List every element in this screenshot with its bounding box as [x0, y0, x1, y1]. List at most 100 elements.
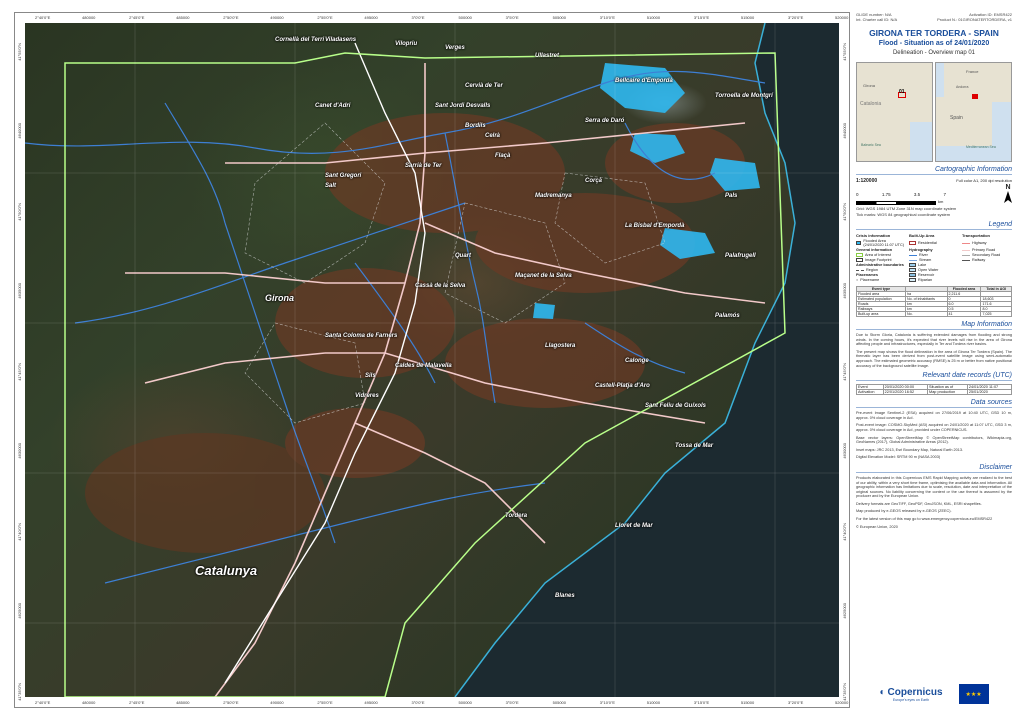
- copernicus-tagline: Europe's eyes on Earth: [892, 697, 930, 702]
- tick-label: 490000: [270, 15, 284, 20]
- overview-label-spain: Spain: [950, 115, 963, 121]
- dates-section-title: Relevant date records (UTC): [856, 372, 1012, 382]
- tick-label: 2°45'0"E: [129, 15, 145, 20]
- tick-label: 41°55'0"N: [17, 43, 22, 61]
- map-info-paragraph-2: The present map shows the flood delineat…: [856, 349, 1012, 368]
- tick-label: 3°10'0"E: [599, 700, 616, 705]
- legend-admin: Administrative boundaries: [856, 263, 904, 267]
- overview-label-01: 01: [899, 89, 905, 95]
- place-label: Sant Jordi Desvalls: [435, 103, 491, 109]
- place-label: Corçà: [585, 178, 603, 184]
- scale-label-2: 3.5: [913, 192, 921, 197]
- tick-label: 41°50'0"N: [17, 203, 22, 221]
- sources-paragraph-3: Base vector layers: OpenStreetMap © Open…: [856, 435, 1012, 445]
- tick-label: 2°50'0"E: [223, 700, 239, 705]
- place-label: Cassà de la Selva: [415, 283, 466, 289]
- aoi-swatch: [856, 253, 863, 257]
- legend-river: River: [919, 253, 928, 257]
- tick-label: 480000: [82, 700, 96, 705]
- tick-label: 4640000: [17, 123, 22, 139]
- tick-label: 490000: [270, 700, 284, 705]
- footprint-swatch: [856, 258, 863, 262]
- place-label: La Bisbal d'Empordà: [625, 223, 685, 229]
- legend-placename: Placename: [860, 278, 880, 282]
- tick-label: 41°45'0"N: [17, 363, 22, 381]
- tick-label: 4640000: [842, 123, 847, 139]
- legend-lake: Lake: [918, 263, 927, 267]
- tick-label: 41°40'0"N: [842, 523, 847, 541]
- place-label: Palafrugell: [725, 253, 756, 259]
- legend-footprint: Image Footprint: [865, 258, 892, 262]
- place-label: Canet d'Adri: [315, 103, 351, 109]
- place-label: Serra de Daró: [585, 118, 625, 124]
- map-scale: 1:120000: [856, 178, 878, 184]
- copernicus-logo[interactable]: ◐ Copernicus Europe's eyes on Earth: [879, 687, 942, 702]
- place-label: Vidreres: [355, 393, 379, 399]
- legend-hydrography: Hydrography: [909, 248, 933, 252]
- open-water-swatch: [909, 268, 916, 272]
- tick-label: 2°55'0"E: [317, 700, 333, 705]
- footer-logos: ◐ Copernicus Europe's eyes on Earth ★★★: [856, 680, 1012, 708]
- place-label: Santa Coloma de Farners: [325, 333, 398, 339]
- tick-label: 515000: [740, 700, 755, 705]
- tick-label: 520000: [835, 15, 849, 20]
- tick-label: 510000: [646, 15, 661, 20]
- disclaimer-section-title: Disclaimer: [856, 464, 1012, 473]
- legend-aoi: Area of Interest: [865, 253, 891, 257]
- place-label: Llagostera: [545, 343, 576, 349]
- table-row: Built-up area No. 41 7,025: [856, 311, 1012, 317]
- reservoir-swatch: [909, 273, 916, 277]
- tick-label: 480000: [82, 15, 96, 20]
- highway-line: [962, 242, 970, 244]
- tick-label: 41°35'0"N: [842, 683, 847, 701]
- tick-label: 505000: [552, 15, 566, 20]
- tick-label: 2°45'0"E: [129, 700, 145, 705]
- overview-label-med: Mediterranean Sea: [966, 145, 996, 149]
- place-label: Cornellà del Terri: [275, 37, 325, 43]
- sources-paragraph-5: Digital Elevation Model: SRTM 90 m (NASA…: [856, 455, 941, 460]
- map-subtitle-2: Delineation - Overview map 01: [892, 50, 976, 56]
- place-label: Quart: [455, 253, 472, 259]
- product-number: Product N.: 01GIRONATERTORDERA, v1: [937, 17, 1012, 22]
- tick-label: 485000: [176, 700, 190, 705]
- legend-primary-road: Primary Road: [972, 248, 996, 252]
- sources-paragraph-1: Pre-event Image Sentinel-2 (ESA) acquire…: [856, 411, 1012, 420]
- sources-paragraph-2: Post-event image: COSMO-SkyMed (ASI) acq…: [856, 423, 1012, 432]
- overview-label-girona: Girona: [863, 83, 876, 88]
- overview-label-france: France: [966, 69, 979, 74]
- disclaimer-paragraph-2: Delivery formats are GeoTIFF, GeoPDF, Ge…: [856, 501, 982, 506]
- overview-label-catalonia: Catalonia: [860, 101, 882, 107]
- tick-label: 3°0'0"E: [411, 15, 425, 20]
- legend-highway: Highway: [972, 241, 987, 245]
- tick-label: 2°55'0"E: [317, 15, 333, 20]
- legend-flooded: Flooded Area (24/01/2020 11:07 UTC): [863, 239, 904, 247]
- legend-stream: Stream: [919, 258, 932, 262]
- legend-section-title: Legend: [856, 221, 1012, 230]
- tick-label: 3°0'0"E: [411, 700, 425, 705]
- disclaimer-paragraph-5: © European Union, 2020: [856, 524, 898, 529]
- tick-label: 510000: [646, 700, 661, 705]
- place-label: Bordils: [465, 123, 486, 129]
- tick-label: 41°50'0"N: [842, 203, 847, 221]
- place-label: Salt: [325, 183, 337, 189]
- riparian-swatch: [909, 278, 916, 282]
- place-label: Girona: [265, 293, 295, 303]
- lake-swatch: [909, 263, 916, 267]
- place-label: Caldes de Malavella: [395, 363, 452, 369]
- map-subtitle: Flood - Situation as of 24/01/2020: [878, 40, 990, 47]
- tick-label: 2°50'0"E: [223, 15, 239, 20]
- place-label: Calonge: [625, 358, 649, 364]
- place-label: Viladasens: [325, 37, 357, 43]
- tick-label: 3°5'0"E: [505, 700, 519, 705]
- tick-label: 3°20'0"E: [787, 700, 804, 705]
- tick-label: 4630000: [17, 443, 22, 459]
- impact-table: Event type Flooded area Total in AOI Flo…: [856, 286, 1012, 317]
- region-line: [856, 269, 864, 271]
- satellite-map[interactable]: Cornellà del Terri Viladasens Vilopriu Verg…: [25, 23, 839, 697]
- tick-label: 3°20'0"E: [787, 15, 804, 20]
- north-arrow-icon: N: [1004, 184, 1012, 205]
- place-label: Verges: [445, 45, 465, 51]
- place-label: Sant Feliu de Guíxols: [645, 403, 707, 409]
- overview-label-andorra: Andorra: [956, 85, 969, 89]
- tick-label: 2°40'0"E: [35, 15, 51, 20]
